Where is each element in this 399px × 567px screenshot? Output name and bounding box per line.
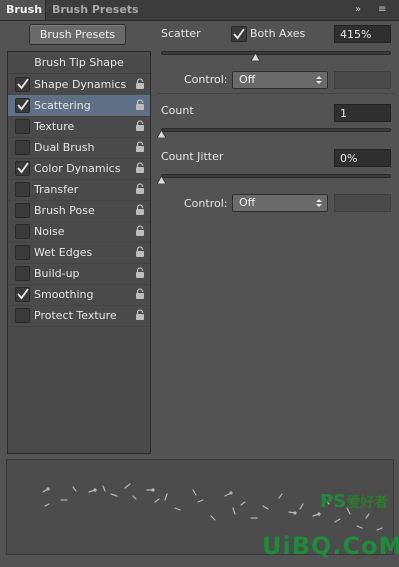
control-select-2-value: Off bbox=[239, 196, 256, 209]
option-checkbox[interactable] bbox=[15, 308, 30, 323]
option-checkbox[interactable] bbox=[15, 77, 30, 92]
option-dual-brush[interactable]: Dual Brush bbox=[8, 137, 150, 159]
lock-icon[interactable] bbox=[135, 204, 145, 216]
brush-presets-button[interactable]: Brush Presets bbox=[29, 24, 126, 45]
control-select-2[interactable]: Off bbox=[232, 194, 328, 212]
scatter-slider[interactable] bbox=[161, 51, 391, 55]
option-label: Transfer bbox=[34, 183, 79, 196]
option-label: Texture bbox=[34, 120, 75, 133]
option-protect-texture[interactable]: Protect Texture bbox=[8, 305, 150, 327]
option-transfer[interactable]: Transfer bbox=[8, 179, 150, 201]
option-checkbox[interactable] bbox=[15, 245, 30, 260]
watermark-ps: PS爱好者 bbox=[320, 491, 388, 512]
chevron-updown-icon bbox=[316, 76, 322, 84]
control-2-target-field bbox=[334, 194, 391, 212]
count-jitter-slider-thumb[interactable] bbox=[157, 176, 166, 184]
option-checkbox[interactable] bbox=[15, 140, 30, 155]
lock-icon[interactable] bbox=[135, 225, 145, 237]
lock-icon[interactable] bbox=[135, 162, 145, 174]
option-checkbox[interactable] bbox=[15, 287, 30, 302]
option-texture[interactable]: Texture bbox=[8, 116, 150, 138]
option-noise[interactable]: Noise bbox=[8, 221, 150, 243]
control-label-1: Control: bbox=[184, 73, 228, 86]
option-checkbox[interactable] bbox=[15, 224, 30, 239]
watermark-cn-text: 爱好者 bbox=[346, 495, 389, 511]
option-brush-pose[interactable]: Brush Pose bbox=[8, 200, 150, 222]
option-label: Build-up bbox=[34, 267, 80, 280]
option-checkbox[interactable] bbox=[15, 266, 30, 281]
checkmark-icon bbox=[17, 162, 29, 174]
count-slider-thumb[interactable] bbox=[157, 130, 166, 138]
lock-icon[interactable] bbox=[135, 288, 145, 300]
option-label: Wet Edges bbox=[34, 246, 93, 259]
lock-icon[interactable] bbox=[135, 309, 145, 321]
both-axes-checkbox[interactable] bbox=[231, 26, 247, 42]
option-checkbox[interactable] bbox=[15, 203, 30, 218]
option-wet-edges[interactable]: Wet Edges bbox=[8, 242, 150, 264]
option-label: Brush Pose bbox=[34, 204, 95, 217]
option-checkbox[interactable] bbox=[15, 182, 30, 197]
count-jitter-slider[interactable] bbox=[161, 174, 391, 178]
checkmark-icon bbox=[17, 78, 29, 90]
count-value-field[interactable]: 1 bbox=[334, 104, 391, 122]
control-select-1[interactable]: Off bbox=[232, 71, 328, 89]
option-checkbox[interactable] bbox=[15, 161, 30, 176]
lock-icon[interactable] bbox=[135, 120, 145, 132]
count-slider[interactable] bbox=[161, 128, 391, 132]
tab-brush[interactable]: Brush bbox=[0, 0, 46, 20]
lock-icon[interactable] bbox=[135, 246, 145, 258]
scatter-slider-thumb[interactable] bbox=[251, 53, 260, 61]
panel-menu-icon[interactable]: ≡ bbox=[378, 3, 386, 17]
collapse-panel-icon[interactable]: » bbox=[355, 3, 361, 17]
divider bbox=[158, 93, 394, 94]
control-label-2: Control: bbox=[184, 197, 228, 210]
control-select-1-value: Off bbox=[239, 73, 256, 86]
lock-icon[interactable] bbox=[135, 78, 145, 90]
checkmark-icon bbox=[233, 28, 245, 40]
both-axes-label: Both Axes bbox=[250, 27, 306, 40]
chevron-updown-icon bbox=[316, 199, 322, 207]
count-label: Count bbox=[161, 104, 194, 117]
lock-icon[interactable] bbox=[135, 99, 145, 111]
option-label: Dual Brush bbox=[34, 141, 95, 154]
lock-icon[interactable] bbox=[135, 183, 145, 195]
scatter-value-field[interactable]: 415% bbox=[334, 25, 391, 43]
option-color-dynamics[interactable]: Color Dynamics bbox=[8, 158, 150, 180]
option-label: Scattering bbox=[34, 99, 91, 112]
option-label: Shape Dynamics bbox=[34, 78, 127, 91]
count-jitter-label: Count Jitter bbox=[161, 150, 224, 163]
option-checkbox[interactable] bbox=[15, 98, 30, 113]
control-1-target-field bbox=[334, 71, 391, 89]
checkmark-icon bbox=[17, 288, 29, 300]
option-scattering[interactable]: Scattering bbox=[8, 95, 150, 117]
option-label: Noise bbox=[34, 225, 65, 238]
option-smoothing[interactable]: Smoothing bbox=[8, 284, 150, 306]
watermark-ps-text: PS bbox=[320, 491, 347, 512]
brush-tip-shape-item[interactable]: Brush Tip Shape bbox=[8, 52, 150, 74]
count-jitter-value-field[interactable]: 0% bbox=[334, 149, 391, 167]
watermark-url: UiBQ.CoM bbox=[262, 532, 399, 560]
tab-brush-presets[interactable]: Brush Presets bbox=[46, 0, 145, 20]
lock-icon[interactable] bbox=[135, 141, 145, 153]
option-checkbox[interactable] bbox=[15, 119, 30, 134]
option-label: Protect Texture bbox=[34, 309, 117, 322]
option-build-up[interactable]: Build-up bbox=[8, 263, 150, 285]
option-shape-dynamics[interactable]: Shape Dynamics bbox=[8, 74, 150, 96]
option-label: Color Dynamics bbox=[34, 162, 121, 175]
scatter-label: Scatter bbox=[161, 27, 201, 40]
option-label: Smoothing bbox=[34, 288, 94, 301]
checkmark-icon bbox=[17, 99, 29, 111]
lock-icon[interactable] bbox=[135, 267, 145, 279]
